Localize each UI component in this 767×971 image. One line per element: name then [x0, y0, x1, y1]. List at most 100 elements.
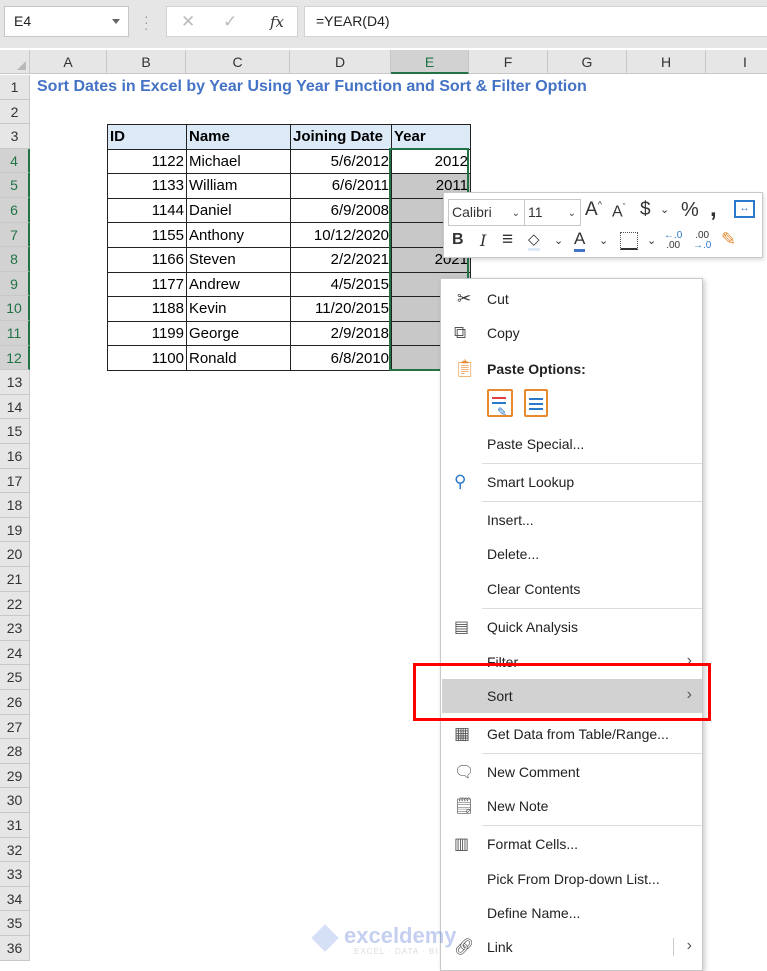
font-color-icon[interactable]: A: [574, 229, 586, 252]
row-header-19[interactable]: 19: [0, 517, 30, 543]
row-header-23[interactable]: 23: [0, 616, 30, 641]
cell-joining-date[interactable]: 6/6/2011: [290, 173, 392, 199]
menu-item-smart-lookup[interactable]: ⚲ Smart Lookup: [442, 465, 702, 499]
row-header-34[interactable]: 34: [0, 886, 30, 912]
cell-joining-date[interactable]: 5/6/2012: [290, 148, 392, 175]
menu-item-clear-contents[interactable]: Clear Contents: [442, 572, 702, 606]
cell-joining-date[interactable]: 4/5/2015: [290, 271, 392, 298]
cell-name[interactable]: Michael: [186, 148, 291, 175]
row-header-35[interactable]: 35: [0, 911, 30, 936]
menu-item-copy[interactable]: ⧉ Copy: [442, 316, 702, 350]
row-header-2[interactable]: 2: [0, 99, 30, 125]
row-header-6[interactable]: 6: [0, 198, 30, 223]
font-name-dropdown[interactable]: Calibri ⌄: [448, 199, 525, 226]
increase-decimal-icon[interactable]: ←.0.00: [664, 231, 682, 251]
row-header-20[interactable]: 20: [0, 542, 30, 567]
row-header-15[interactable]: 15: [0, 419, 30, 444]
menu-item-sort[interactable]: Sort ›: [442, 679, 702, 713]
column-header-i[interactable]: I: [706, 50, 767, 74]
row-header-1[interactable]: 1: [0, 75, 30, 100]
cell-name[interactable]: Andrew: [186, 271, 291, 298]
fill-color-icon[interactable]: ◇: [528, 230, 540, 251]
chevron-down-icon[interactable]: ⌄: [647, 234, 656, 247]
chevron-down-icon[interactable]: ⌄: [554, 234, 563, 247]
decrease-decimal-icon[interactable]: .00 →.0: [693, 231, 711, 251]
row-header-28[interactable]: 28: [0, 739, 30, 764]
bold-icon[interactable]: B: [452, 231, 464, 249]
chevron-down-icon[interactable]: ⌄: [599, 234, 608, 247]
cell-joining-date[interactable]: 10/12/2020: [290, 222, 392, 248]
row-header-11[interactable]: 11: [0, 321, 30, 346]
row-header-17[interactable]: 17: [0, 468, 30, 494]
increase-font-size-icon[interactable]: A^: [585, 199, 602, 221]
header-joining-date[interactable]: Joining Date: [290, 124, 392, 150]
column-header-f[interactable]: F: [469, 50, 548, 74]
cell-year[interactable]: 2012: [391, 148, 471, 175]
row-header-22[interactable]: 22: [0, 591, 30, 617]
insert-function-icon[interactable]: fx: [270, 13, 284, 31]
row-header-18[interactable]: 18: [0, 493, 30, 518]
sheet-title[interactable]: Sort Dates in Excel by Year Using Year F…: [37, 78, 587, 96]
center-align-icon[interactable]: ≡: [502, 229, 513, 251]
cell-id[interactable]: 1100: [107, 345, 187, 371]
chevron-down-icon[interactable]: ⌄: [660, 203, 669, 216]
cell-id[interactable]: 1199: [107, 320, 187, 347]
header-id[interactable]: ID: [107, 124, 187, 150]
cell-name[interactable]: Anthony: [186, 222, 291, 248]
cell-id[interactable]: 1144: [107, 197, 187, 224]
enter-icon[interactable]: ✓: [223, 12, 237, 32]
decrease-font-size-icon[interactable]: Aˇ: [612, 202, 626, 221]
cell-id[interactable]: 1155: [107, 222, 187, 248]
submenu-arrow-icon[interactable]: ›: [687, 937, 692, 955]
select-all-button[interactable]: [0, 50, 30, 74]
row-header-32[interactable]: 32: [0, 837, 30, 863]
column-header-g[interactable]: G: [548, 50, 627, 74]
row-header-5[interactable]: 5: [0, 173, 30, 198]
accounting-format-icon[interactable]: $: [640, 199, 651, 221]
cell-joining-date[interactable]: 11/20/2015: [290, 296, 392, 322]
column-header-b[interactable]: B: [107, 50, 186, 74]
row-header-31[interactable]: 31: [0, 813, 30, 838]
name-box-dropdown-icon[interactable]: [112, 19, 120, 24]
menu-item-paste-special[interactable]: Paste Special...: [442, 427, 702, 461]
menu-item-cut[interactable]: ✂ Cut: [442, 282, 702, 316]
row-header-26[interactable]: 26: [0, 690, 30, 715]
row-header-13[interactable]: 13: [0, 370, 30, 395]
cancel-icon[interactable]: ✕: [181, 12, 195, 32]
row-header-25[interactable]: 25: [0, 665, 30, 690]
name-box[interactable]: E4: [4, 6, 129, 37]
cell-joining-date[interactable]: 6/9/2008: [290, 197, 392, 224]
row-header-30[interactable]: 30: [0, 788, 30, 813]
italic-icon[interactable]: I: [480, 231, 486, 250]
row-header-36[interactable]: 36: [0, 936, 30, 961]
menu-item-filter[interactable]: Filter ›: [442, 645, 702, 679]
column-header-d[interactable]: D: [290, 50, 391, 74]
cell-id[interactable]: 1166: [107, 246, 187, 273]
cell-joining-date[interactable]: 2/9/2018: [290, 320, 392, 347]
row-header-9[interactable]: 9: [0, 271, 30, 297]
percent-style-icon[interactable]: %: [681, 199, 699, 222]
cell-joining-date[interactable]: 6/8/2010: [290, 345, 392, 371]
comma-style-icon[interactable]: ,: [710, 195, 717, 223]
row-header-14[interactable]: 14: [0, 394, 30, 420]
merge-center-icon[interactable]: ↔: [734, 200, 755, 218]
paste-keep-formatting-icon[interactable]: ✎: [487, 389, 513, 419]
cell-name[interactable]: Ronald: [186, 345, 291, 371]
row-header-12[interactable]: 12: [0, 345, 30, 371]
cell-id[interactable]: 1177: [107, 271, 187, 298]
cell-joining-date[interactable]: 2/2/2021: [290, 246, 392, 273]
cell-id[interactable]: 1133: [107, 173, 187, 199]
menu-item-define-name[interactable]: Define Name...: [442, 896, 702, 930]
column-header-c[interactable]: C: [186, 50, 290, 74]
header-year[interactable]: Year: [391, 124, 471, 150]
menu-item-new-note[interactable]: 🗒︎ New Note: [442, 789, 702, 823]
menu-item-format-cells[interactable]: ▥ Format Cells...: [442, 827, 702, 861]
format-painter-icon[interactable]: ✎: [721, 229, 736, 250]
menu-item-link[interactable]: 🔗︎ Link ›: [442, 930, 702, 964]
cell-id[interactable]: 1188: [107, 296, 187, 322]
row-header-4[interactable]: 4: [0, 148, 30, 174]
menu-item-quick-analysis[interactable]: ▤ Quick Analysis: [442, 610, 702, 644]
paste-values-icon[interactable]: [524, 389, 548, 417]
cell-name[interactable]: Steven: [186, 246, 291, 273]
row-header-10[interactable]: 10: [0, 296, 30, 321]
